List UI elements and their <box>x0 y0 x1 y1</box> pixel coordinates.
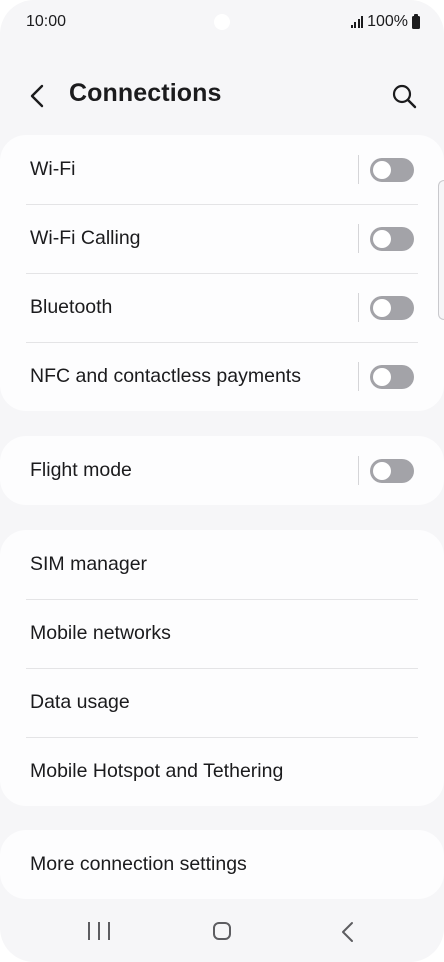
setting-row-more-connection-settings[interactable]: More connection settings <box>0 830 444 899</box>
row-divider <box>358 293 359 322</box>
status-time: 10:00 <box>26 13 67 30</box>
toggle-knob <box>373 462 391 480</box>
wireless-settings-card: Wi-Fi Wi-Fi Calling Bluetooth NFC and co… <box>0 135 444 411</box>
setting-label: Bluetooth <box>30 296 113 318</box>
navigation-bar <box>0 900 444 962</box>
setting-row-wifi-calling[interactable]: Wi-Fi Calling <box>0 204 444 273</box>
status-bar: 10:00 100% <box>0 0 444 46</box>
setting-row-bluetooth[interactable]: Bluetooth <box>0 273 444 342</box>
scroll-indicator[interactable] <box>438 180 444 320</box>
setting-row-mobile-networks[interactable]: Mobile networks <box>0 599 444 668</box>
flight-mode-toggle[interactable] <box>370 459 414 483</box>
setting-row-sim-manager[interactable]: SIM manager <box>0 530 444 599</box>
setting-row-data-usage[interactable]: Data usage <box>0 668 444 737</box>
back-nav-icon[interactable] <box>339 920 357 944</box>
home-icon[interactable] <box>213 922 231 940</box>
chevron-left-icon[interactable] <box>26 82 50 110</box>
toggle-knob <box>373 368 391 386</box>
battery-percentage: 100% <box>367 13 408 30</box>
network-settings-card: SIM manager Mobile networks Data usage M… <box>0 530 444 806</box>
toggle-knob <box>373 230 391 248</box>
setting-label: Wi-Fi <box>30 158 76 180</box>
signal-icon <box>350 16 364 28</box>
search-icon[interactable] <box>390 82 418 110</box>
setting-label: NFC and contactless payments <box>30 365 301 387</box>
row-divider <box>358 456 359 485</box>
phone-screen: 10:00 100% Connections Wi-Fi Wi-Fi Calli… <box>0 0 444 962</box>
wifi-calling-toggle[interactable] <box>370 227 414 251</box>
setting-label: Flight mode <box>30 459 132 481</box>
row-divider <box>358 155 359 184</box>
toggle-knob <box>373 161 391 179</box>
battery-icon <box>412 13 420 29</box>
setting-row-nfc[interactable]: NFC and contactless payments <box>0 342 444 411</box>
setting-label: Mobile Hotspot and Tethering <box>30 760 284 782</box>
status-indicators: 100% <box>350 12 420 32</box>
more-settings-card: More connection settings <box>0 830 444 899</box>
flight-mode-card: Flight mode <box>0 436 444 505</box>
setting-label: SIM manager <box>30 553 148 575</box>
bluetooth-toggle[interactable] <box>370 296 414 320</box>
setting-label: Data usage <box>30 691 130 713</box>
setting-row-flight-mode[interactable]: Flight mode <box>0 436 444 505</box>
row-divider <box>358 362 359 391</box>
wifi-toggle[interactable] <box>370 158 414 182</box>
page-title: Connections <box>69 79 222 107</box>
setting-label: Wi-Fi Calling <box>30 227 141 249</box>
app-header: Connections <box>0 68 444 124</box>
nfc-toggle[interactable] <box>370 365 414 389</box>
front-camera <box>214 14 230 30</box>
setting-label: More connection settings <box>30 853 247 875</box>
setting-row-wifi[interactable]: Wi-Fi <box>0 135 444 204</box>
recents-icon[interactable] <box>88 922 110 942</box>
row-divider <box>358 224 359 253</box>
setting-row-hotspot[interactable]: Mobile Hotspot and Tethering <box>0 737 444 806</box>
setting-label: Mobile networks <box>30 622 171 644</box>
toggle-knob <box>373 299 391 317</box>
